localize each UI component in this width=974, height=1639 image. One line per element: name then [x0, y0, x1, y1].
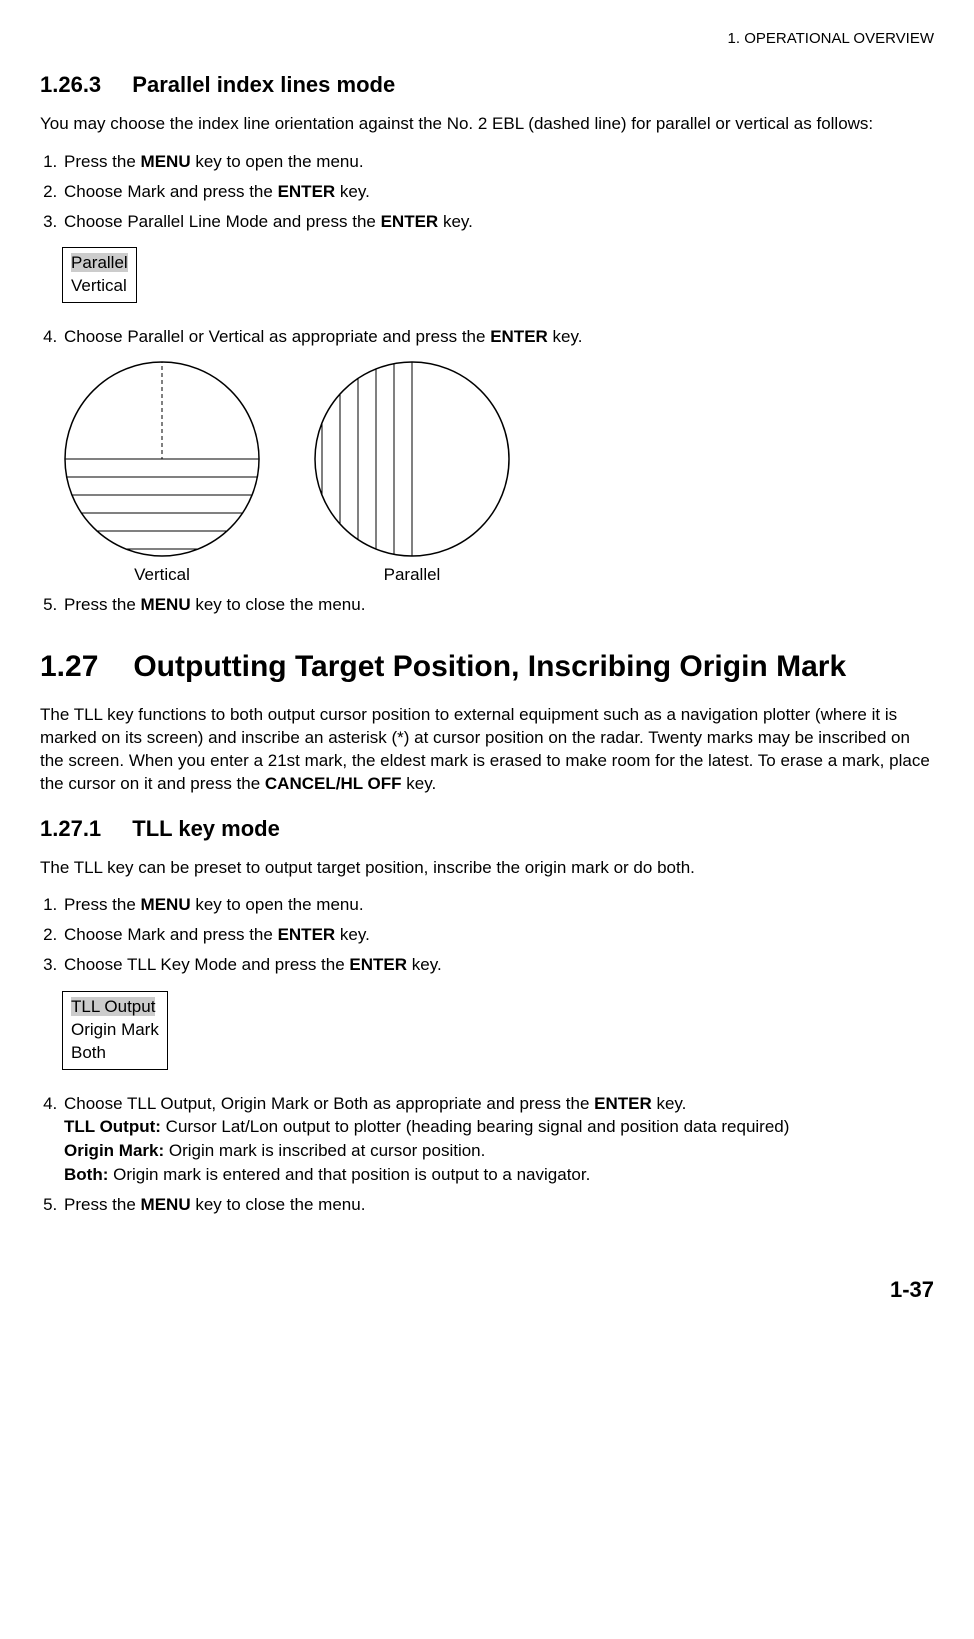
option-vertical: Vertical	[71, 276, 127, 295]
step-3: Choose TLL Key Mode and press the ENTER …	[62, 953, 934, 977]
diagram-vertical-label: Vertical	[62, 565, 262, 585]
step-5: Press the MENU key to close the menu.	[62, 1193, 934, 1217]
step-5: Press the MENU key to close the menu.	[62, 593, 934, 617]
section-title: Parallel index lines mode	[132, 72, 395, 97]
step-1: Press the MENU key to open the menu.	[62, 150, 934, 174]
heading-1-27: 1.27 Outputting Target Position, Inscrib…	[40, 647, 934, 686]
step-1: Press the MENU key to open the menu.	[62, 893, 934, 917]
option-box-parallel-vertical: Parallel Vertical	[62, 247, 137, 303]
def-both: Both: Origin mark is entered and that po…	[64, 1163, 934, 1187]
step-4: Choose Parallel or Vertical as appropria…	[62, 325, 934, 349]
section-number: 1.27.1	[40, 816, 101, 842]
steps-list-1263c: Press the MENU key to close the menu.	[40, 593, 934, 617]
steps-list-1263b: Choose Parallel or Vertical as appropria…	[40, 325, 934, 349]
option-tll-output: TLL Output	[71, 997, 155, 1016]
steps-list-1271: Press the MENU key to open the menu. Cho…	[40, 893, 934, 976]
def-tll-output: TLL Output: Cursor Lat/Lon output to plo…	[64, 1115, 934, 1139]
diagram-parallel: Parallel	[312, 359, 512, 585]
section-number: 1.27	[40, 647, 125, 686]
heading-1-26-3: 1.26.3 Parallel index lines mode	[40, 72, 934, 98]
option-box-tll: TLL Output Origin Mark Both	[62, 991, 168, 1070]
heading-1-27-1: 1.27.1 TLL key mode	[40, 816, 934, 842]
option-both: Both	[71, 1043, 106, 1062]
paragraph-1-27: The TLL key functions to both output cur…	[40, 704, 934, 796]
option-parallel: Parallel	[71, 253, 128, 272]
diagram-parallel-label: Parallel	[312, 565, 512, 585]
parallel-diagram-icon	[312, 359, 512, 559]
section-title: TLL key mode	[132, 816, 280, 841]
step-2: Choose Mark and press the ENTER key.	[62, 923, 934, 947]
section-title: Outputting Target Position, Inscribing O…	[133, 647, 932, 686]
steps-list-1263: Press the MENU key to open the menu. Cho…	[40, 150, 934, 233]
def-origin-mark: Origin Mark: Origin mark is inscribed at…	[64, 1139, 934, 1163]
page-number: 1-37	[40, 1277, 934, 1303]
diagram-vertical: Vertical	[62, 359, 262, 585]
steps-list-1271b: Choose TLL Output, Origin Mark or Both a…	[40, 1092, 934, 1217]
chapter-header: 1. OPERATIONAL OVERVIEW	[40, 30, 934, 47]
diagram-row: Vertical Parallel	[62, 359, 934, 585]
section-number: 1.26.3	[40, 72, 101, 98]
intro-paragraph-1271: The TLL key can be preset to output targ…	[40, 857, 934, 880]
step-3: Choose Parallel Line Mode and press the …	[62, 210, 934, 234]
intro-paragraph: You may choose the index line orientatio…	[40, 113, 934, 136]
step-4: Choose TLL Output, Origin Mark or Both a…	[62, 1092, 934, 1187]
vertical-diagram-icon	[62, 359, 262, 559]
option-origin-mark: Origin Mark	[71, 1020, 159, 1039]
step-2: Choose Mark and press the ENTER key.	[62, 180, 934, 204]
